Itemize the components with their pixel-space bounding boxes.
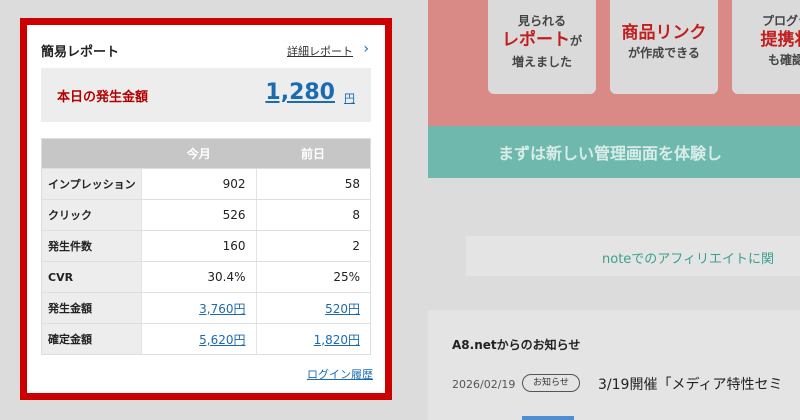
table-header-prev-day: 前日 [256,138,371,169]
amount-link[interactable]: 5,620円 [199,333,245,347]
login-history-link[interactable]: ログイン履歴 [307,366,373,382]
banner-card-report: 見られる レポートが 増えました [488,0,596,94]
banner-card-line: 見られる [517,14,566,28]
cell-this-month: 3,760円 [141,292,256,324]
promo-banner[interactable]: 見られる レポートが 増えました 商品リンク が作成できる プログラ 提携状 も… [428,0,800,178]
banner-cta-strip[interactable]: まずは新しい管理画面を体験し [428,126,800,178]
table-header-row: 今月 前日 [41,138,371,169]
table-header-this-month: 今月 [141,138,256,169]
news-date: 2026/02/19 [452,378,516,391]
cell-this-month: 160 [141,230,256,262]
row-label: クリック [41,199,142,231]
table-row: インプレッション 902 58 [41,168,371,200]
banner-card-line: 増えました [511,55,572,69]
chevron-right-icon[interactable]: › [363,41,369,57]
report-header: 簡易レポート 詳細レポート › [41,41,371,63]
table-row: CVR 30.4% 25% [41,261,371,293]
table-row: 発生件数 160 2 [41,230,371,262]
today-amount-label: 本日の発生金額 [57,90,149,105]
today-amount-unit[interactable]: 円 [344,90,355,106]
table-row: 確定金額 5,620円 1,820円 [41,323,371,355]
news-title: A8.netからのお知らせ [452,338,581,352]
today-amount-box: 本日の発生金額 1,280 円 [41,68,371,122]
table-row: クリック 526 8 [41,199,371,231]
cell-this-month: 5,620円 [141,323,256,355]
banner-card-line: も確認 [767,53,800,67]
cell-this-month: 526 [141,199,256,231]
banner-card-line: プログラ [761,14,800,28]
note-affiliate-link[interactable]: noteでのアフィリエイトに関 [466,236,800,276]
banner-card-partnership: プログラ 提携状 も確認 [732,0,800,94]
cell-prev-day: 2 [255,230,371,262]
news-panel: A8.netからのお知らせ 2026/02/19 お知らせ 3/19開催「メディ… [428,310,800,420]
cell-prev-day: 8 [255,199,371,231]
news-indicator-bar [522,416,574,420]
banner-card-emphasis: レポート [501,30,570,50]
today-amount-value[interactable]: 1,280 [265,80,335,105]
cell-prev-day: 520円 [255,292,371,324]
amount-link[interactable]: 520円 [325,302,360,316]
banner-card-product-link: 商品リンク が作成できる [610,0,718,94]
cell-this-month: 30.4% [141,261,256,293]
amount-link[interactable]: 1,820円 [314,333,360,347]
banner-card-line: が [569,34,582,48]
cell-prev-day: 25% [255,261,371,293]
row-label: 発生金額 [41,292,142,324]
report-stats-table: 今月 前日 インプレッション 902 58 クリック 526 8 発生件数 160 2 CVR 30… [41,138,371,355]
amount-link[interactable]: 3,760円 [199,302,245,316]
row-label: CVR [41,261,142,293]
banner-card-emphasis: 提携状 [760,30,800,50]
row-label: 確定金額 [41,323,142,355]
banner-card-emphasis-row: レポートが [501,30,582,50]
detail-report-link[interactable]: 詳細レポート [287,43,353,59]
table-header-blank [41,138,142,169]
table-row: 発生金額 3,760円 520円 [41,292,371,324]
cell-this-month: 902 [141,168,256,200]
news-item-link[interactable]: 3/19開催「メディア特性セミ [598,374,782,394]
row-label: インプレッション [41,168,142,200]
report-title: 簡易レポート [41,45,120,60]
news-badge: お知らせ [522,374,580,392]
row-label: 発生件数 [41,230,142,262]
cell-prev-day: 1,820円 [255,323,371,355]
banner-card-line: が作成できる [628,46,700,60]
simple-report-card: 簡易レポート 詳細レポート › 本日の発生金額 1,280 円 今月 前日 イン… [20,18,392,400]
banner-card-emphasis: 商品リンク [621,23,707,43]
cell-prev-day: 58 [255,168,371,200]
